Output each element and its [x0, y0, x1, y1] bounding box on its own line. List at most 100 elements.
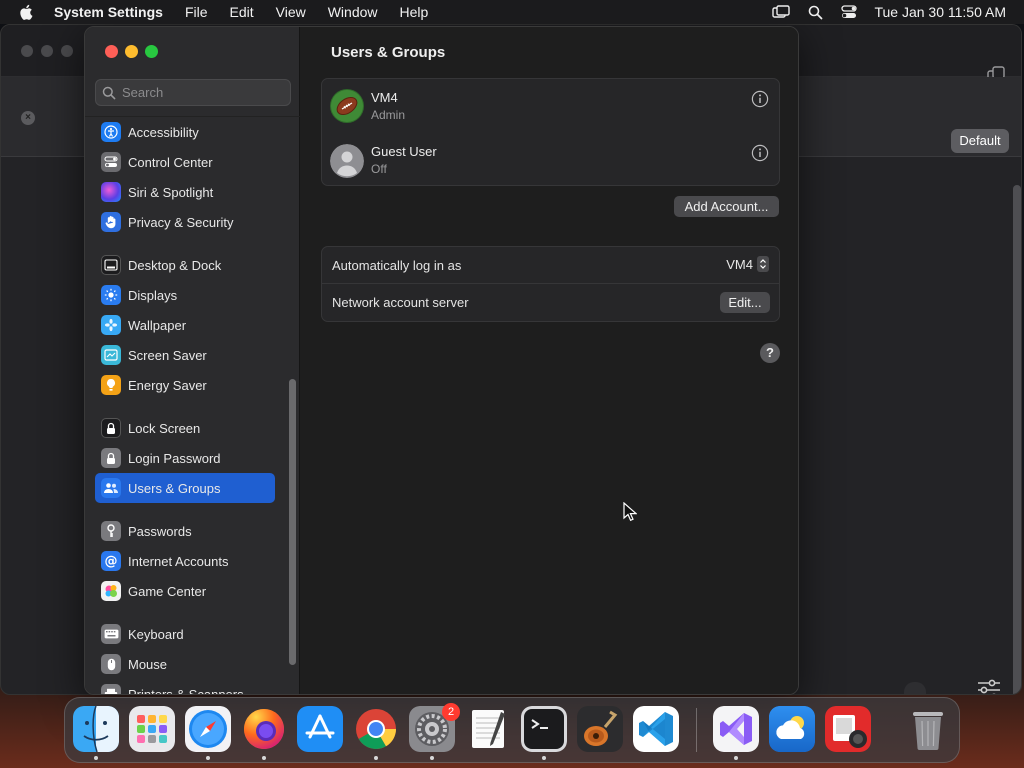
running-indicator — [430, 756, 434, 760]
vscode-icon[interactable] — [633, 706, 679, 752]
edit-button[interactable]: Edit... — [720, 292, 770, 313]
info-icon[interactable] — [751, 90, 769, 108]
menu-help[interactable]: Help — [400, 4, 429, 20]
sidebar-item-lock-screen[interactable]: Lock Screen — [95, 413, 291, 443]
menu-edit[interactable]: Edit — [230, 4, 254, 20]
menu-file[interactable]: File — [185, 4, 208, 20]
sidebar-item-privacy-security[interactable]: Privacy & Security — [95, 207, 291, 237]
visual-studio-icon[interactable] — [713, 706, 759, 752]
screen-saver-icon — [101, 345, 121, 365]
sidebar-item-label: Users & Groups — [128, 480, 221, 496]
sun-icon — [101, 285, 121, 305]
sidebar-item-label: Mouse — [128, 656, 168, 672]
network-server-row: Network account server Edit... — [322, 284, 779, 321]
user-role: Off — [371, 162, 387, 176]
main-content: Users & Groups VM4 Admin Guest User Off … — [301, 27, 798, 694]
page-title: Users & Groups — [331, 44, 446, 61]
sliders-icon[interactable] — [976, 677, 1002, 695]
sidebar-item-label: Internet Accounts — [128, 553, 229, 569]
running-indicator — [206, 756, 210, 760]
chevron-right-icon[interactable]: › — [904, 682, 926, 694]
sidebar-item-energy-saver[interactable]: Energy Saver — [95, 370, 291, 400]
user-row-vm4[interactable]: VM4 Admin — [322, 79, 779, 133]
siri-icon — [101, 182, 121, 202]
login-settings-card: Automatically log in as VM4 Network acco… — [321, 246, 780, 322]
sidebar: Accessibility Control Center Siri & Spot… — [85, 27, 300, 694]
bg-close-icon[interactable]: × — [21, 111, 35, 125]
finder-icon[interactable] — [73, 706, 119, 752]
launchpad-icon[interactable] — [129, 706, 175, 752]
sidebar-item-label: Displays — [128, 287, 178, 303]
terminal-icon[interactable] — [521, 706, 567, 752]
trash-icon[interactable] — [905, 706, 951, 752]
user-row-guest[interactable]: Guest User Off — [322, 133, 779, 187]
spotlight-search-icon[interactable] — [806, 4, 824, 20]
textedit-icon[interactable] — [465, 706, 511, 752]
help-button[interactable]: ? — [760, 343, 780, 363]
keyboard-icon — [101, 624, 121, 644]
menu-clock[interactable]: Tue Jan 30 11:50 AM — [874, 4, 1006, 20]
sidebar-item-passwords[interactable]: Passwords — [95, 516, 291, 546]
chrome-icon[interactable] — [353, 706, 399, 752]
safari-icon[interactable] — [185, 706, 231, 752]
default-button[interactable]: Default — [951, 129, 1009, 153]
sidebar-item-label: Printers & Scanners — [128, 686, 244, 695]
screen-mirroring-icon[interactable] — [772, 4, 791, 20]
app-store-icon[interactable] — [297, 706, 343, 752]
control-center-icon[interactable] — [840, 4, 858, 20]
zoom-button[interactable] — [145, 45, 158, 58]
add-account-button[interactable]: Add Account... — [674, 196, 779, 217]
menu-bar: System Settings File Edit View Window He… — [0, 0, 1024, 24]
sidebar-item-accessibility[interactable]: Accessibility — [95, 117, 291, 147]
minimize-button[interactable] — [125, 45, 138, 58]
sidebar-item-label: Privacy & Security — [128, 214, 234, 230]
bg-minimize-dot[interactable] — [41, 45, 53, 57]
running-indicator — [542, 756, 546, 760]
sidebar-item-internet-accounts[interactable]: @ Internet Accounts — [95, 546, 291, 576]
login-lock-icon — [101, 448, 121, 468]
sidebar-item-label: Accessibility — [128, 124, 199, 140]
weather-icon[interactable] — [769, 706, 815, 752]
dock-icon — [101, 255, 121, 275]
sidebar-item-wallpaper[interactable]: Wallpaper — [95, 310, 291, 340]
close-button[interactable] — [105, 45, 118, 58]
user-name: Guest User — [371, 144, 437, 159]
photo-booth-icon[interactable] — [825, 706, 871, 752]
sidebar-item-users-groups[interactable]: Users & Groups — [95, 473, 275, 503]
sidebar-item-displays[interactable]: Displays — [95, 280, 291, 310]
sidebar-item-login-password[interactable]: Login Password — [95, 443, 291, 473]
sidebar-scrollbar[interactable] — [289, 379, 296, 665]
sidebar-item-label: Siri & Spotlight — [128, 184, 214, 200]
bg-close-dot[interactable] — [21, 45, 33, 57]
sidebar-item-label: Lock Screen — [128, 420, 201, 436]
sidebar-item-desktop-dock[interactable]: Desktop & Dock — [95, 250, 291, 280]
search-field[interactable] — [95, 79, 291, 106]
sidebar-item-control-center[interactable]: Control Center — [95, 147, 291, 177]
dock: 2 — [64, 697, 960, 763]
menu-app-name[interactable]: System Settings — [54, 4, 163, 20]
search-input[interactable] — [122, 85, 282, 100]
sidebar-item-label: Login Password — [128, 450, 221, 466]
sidebar-item-label: Control Center — [128, 154, 213, 170]
sidebar-item-screen-saver[interactable]: Screen Saver — [95, 340, 291, 370]
sidebar-item-keyboard[interactable]: Keyboard — [95, 619, 291, 649]
info-icon[interactable] — [751, 144, 769, 162]
apple-icon[interactable] — [18, 3, 36, 21]
at-icon: @ — [101, 551, 121, 571]
garageband-icon[interactable] — [577, 706, 623, 752]
sidebar-item-label: Energy Saver — [128, 377, 207, 393]
sidebar-item-game-center[interactable]: Game Center — [95, 576, 291, 606]
sidebar-item-printers-scanners[interactable]: Printers & Scanners — [95, 679, 291, 695]
user-role: Admin — [371, 108, 406, 122]
accessibility-icon — [101, 122, 121, 142]
auto-login-popup[interactable]: VM4 — [726, 256, 769, 272]
bg-scrollbar[interactable] — [1013, 185, 1021, 694]
sidebar-item-siri-spotlight[interactable]: Siri & Spotlight — [95, 177, 291, 207]
bg-zoom-dot[interactable] — [61, 45, 73, 57]
running-indicator — [262, 756, 266, 760]
sidebar-item-mouse[interactable]: Mouse — [95, 649, 291, 679]
menu-window[interactable]: Window — [328, 4, 378, 20]
firefox-icon[interactable] — [241, 706, 287, 752]
menu-view[interactable]: View — [276, 4, 306, 20]
sidebar-item-label: Game Center — [128, 583, 207, 599]
